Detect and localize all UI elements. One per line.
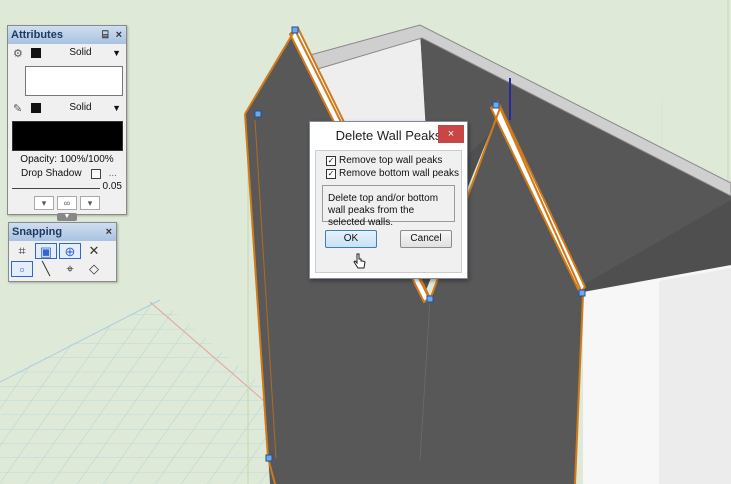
pen-style-row[interactable]: ✎ Solid ▼ xyxy=(8,99,126,117)
snap-point-icon[interactable]: ⌖ xyxy=(59,261,81,277)
pen-color-swatch[interactable] xyxy=(31,103,41,113)
snapping-buttons: ⌗ ▣ ⊕ ✕ ▫ ╲ ⌖ ◇ xyxy=(9,241,116,279)
drop-shadow-settings-button[interactable]: ... xyxy=(109,168,117,179)
pen-preview[interactable] xyxy=(12,121,123,151)
cancel-button[interactable]: Cancel xyxy=(400,230,452,248)
pen-dropdown-icon[interactable]: ▼ xyxy=(112,103,121,113)
snapping-title-bar[interactable]: Snapping × xyxy=(9,223,116,241)
delete-wall-peaks-dialog: Delete Wall Peaks × ✓ Remove top wall pe… xyxy=(309,121,468,279)
pen-style-value: Solid xyxy=(69,102,92,113)
attributes-palette: Attributes ⌸ × ⚙ Solid ▼ ✎ Solid ▼ Opacit… xyxy=(7,25,127,221)
wall-handle[interactable] xyxy=(265,454,273,462)
dialog-title-bar[interactable]: Delete Wall Peaks × xyxy=(310,122,467,150)
fill-preview[interactable] xyxy=(25,66,123,96)
remove-bottom-peaks-label: Remove bottom wall peaks xyxy=(339,168,460,179)
attributes-title: Attributes xyxy=(11,29,63,41)
close-icon[interactable]: × xyxy=(438,125,464,143)
arrowhead-row: ▾ ∞ ▾ xyxy=(8,196,126,210)
close-icon[interactable]: × xyxy=(106,226,112,238)
dialog-description: Delete top and/or bottom wall peaks from… xyxy=(322,185,455,228)
remove-bottom-peaks-checkbox[interactable]: ✓ xyxy=(326,168,336,179)
slider-track[interactable] xyxy=(12,188,100,189)
snapping-title: Snapping xyxy=(12,226,63,238)
start-marker-dropdown[interactable]: ▾ xyxy=(34,196,54,210)
wall-handle[interactable] xyxy=(254,110,262,118)
dialog-title: Delete Wall Peaks xyxy=(335,128,442,143)
collapse-chevron-icon[interactable]: ▼ xyxy=(57,213,77,221)
snap-surface-icon[interactable]: ◇ xyxy=(83,261,105,277)
fill-style-row[interactable]: ⚙ Solid ▼ xyxy=(8,44,126,62)
snap-tangent-icon[interactable]: ╲ xyxy=(35,261,57,277)
paint-bucket-icon: ⚙ xyxy=(13,48,23,60)
snapping-palette: Snapping × ⌗ ▣ ⊕ ✕ ▫ ╲ ⌖ ◇ xyxy=(8,222,117,282)
drop-shadow-label: Drop Shadow xyxy=(21,168,82,179)
fill-color-swatch[interactable] xyxy=(31,48,41,58)
drop-shadow-row[interactable]: Drop Shadow ... xyxy=(21,168,126,179)
remove-top-peaks-option[interactable]: ✓ Remove top wall peaks xyxy=(326,155,461,166)
line-thickness-slider[interactable]: 0.05 xyxy=(12,181,122,193)
remove-top-peaks-checkbox[interactable]: ✓ xyxy=(326,155,336,166)
wall-handle[interactable] xyxy=(291,26,299,34)
fill-style-value: Solid xyxy=(69,47,92,58)
snap-angle-icon[interactable]: ⊕ xyxy=(59,243,81,259)
mouse-cursor-icon xyxy=(353,253,366,269)
link-icon[interactable]: ∞ xyxy=(57,196,77,210)
dialog-body: ✓ Remove top wall peaks ✓ Remove bottom … xyxy=(315,150,462,273)
snap-object-icon[interactable]: ▣ xyxy=(35,243,57,259)
pen-icon: ✎ xyxy=(13,103,23,115)
close-icon[interactable]: × xyxy=(116,29,122,41)
remove-bottom-peaks-option[interactable]: ✓ Remove bottom wall peaks xyxy=(326,168,461,179)
line-thickness-value: 0.05 xyxy=(102,181,122,192)
end-marker-dropdown[interactable]: ▾ xyxy=(80,196,100,210)
pin-icon[interactable]: ⌸ xyxy=(102,29,109,41)
attributes-title-bar[interactable]: Attributes ⌸ × xyxy=(8,26,126,44)
opacity-label[interactable]: Opacity: 100%/100% xyxy=(8,154,126,165)
wall-handle[interactable] xyxy=(492,101,500,109)
wall-handle[interactable] xyxy=(578,289,586,297)
remove-top-peaks-label: Remove top wall peaks xyxy=(339,155,443,166)
ok-button[interactable]: OK xyxy=(325,230,377,248)
snap-grid-icon[interactable]: ⌗ xyxy=(11,243,33,259)
fill-dropdown-icon[interactable]: ▼ xyxy=(112,48,121,58)
wall-handle[interactable] xyxy=(426,295,434,303)
snap-intersection-icon[interactable]: ✕ xyxy=(83,243,105,259)
snap-distance-icon[interactable]: ▫ xyxy=(11,261,33,277)
drop-shadow-checkbox[interactable] xyxy=(90,168,101,179)
